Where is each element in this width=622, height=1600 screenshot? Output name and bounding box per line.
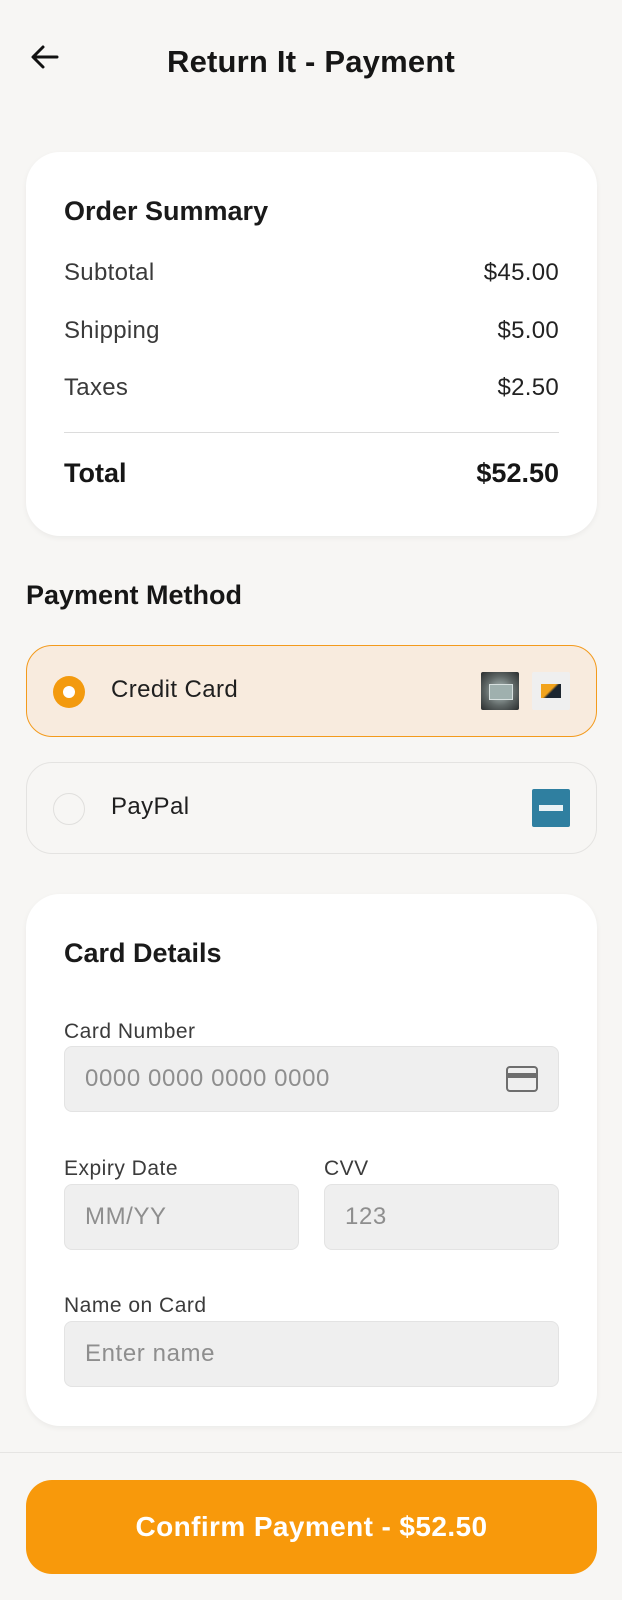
card-brand-logo [532, 672, 570, 710]
confirm-payment-button[interactable]: Confirm Payment - $52.50 [26, 1480, 597, 1574]
payment-option-label: PayPal [111, 793, 190, 820]
card-number-field[interactable] [64, 1046, 559, 1112]
total-value: $52.50 [476, 458, 559, 488]
top-app-bar: Return It - Payment [0, 0, 622, 120]
order-summary-title: Order Summary [64, 196, 269, 226]
total-row: Total $52.50 [64, 458, 559, 489]
credit-card-icon [506, 1066, 538, 1092]
card-brand-logo [481, 672, 519, 710]
card-number-input[interactable] [85, 1047, 498, 1111]
cvv-label: CVV [324, 1157, 369, 1180]
card-details-card: Card Details Card Number Expiry Date CVV… [26, 894, 597, 1426]
summary-divider [64, 432, 559, 433]
paypal-logo [532, 789, 570, 827]
shipping-label: Shipping [64, 317, 160, 344]
page-title: Return It - Payment [166, 44, 455, 79]
subtotal-label: Subtotal [64, 259, 155, 286]
name-on-card-input[interactable] [85, 1322, 498, 1386]
bottom-action-bar: Confirm Payment - $52.50 [0, 1452, 622, 1600]
order-summary-card: Order Summary Subtotal $45.00 Shipping $… [26, 152, 597, 536]
payment-option-label: Credit Card [111, 676, 239, 703]
shipping-value: $5.00 [497, 317, 559, 344]
taxes-label: Taxes [64, 374, 129, 401]
expiry-date-input[interactable] [85, 1185, 285, 1249]
expiry-date-label: Expiry Date [64, 1157, 179, 1180]
expiry-date-field[interactable] [64, 1184, 299, 1250]
cvv-input[interactable] [345, 1185, 545, 1249]
card-details-title: Card Details [64, 938, 222, 968]
taxes-row: Taxes $2.50 [64, 371, 559, 405]
radio-selected[interactable] [53, 676, 85, 708]
card-number-label: Card Number [64, 1020, 196, 1043]
payment-option-credit-card[interactable]: Credit Card [26, 645, 597, 737]
shipping-row: Shipping $5.00 [64, 314, 559, 348]
subtotal-row: Subtotal $45.00 [64, 256, 559, 290]
subtotal-value: $45.00 [483, 259, 559, 286]
total-label: Total [64, 458, 127, 488]
payment-method-title: Payment Method [26, 580, 243, 610]
radio-unselected[interactable] [53, 793, 85, 825]
name-on-card-label: Name on Card [64, 1294, 207, 1317]
cvv-field[interactable] [324, 1184, 559, 1250]
taxes-value: $2.50 [497, 374, 559, 401]
name-on-card-field[interactable] [64, 1321, 559, 1387]
payment-option-paypal[interactable]: PayPal [26, 762, 597, 854]
